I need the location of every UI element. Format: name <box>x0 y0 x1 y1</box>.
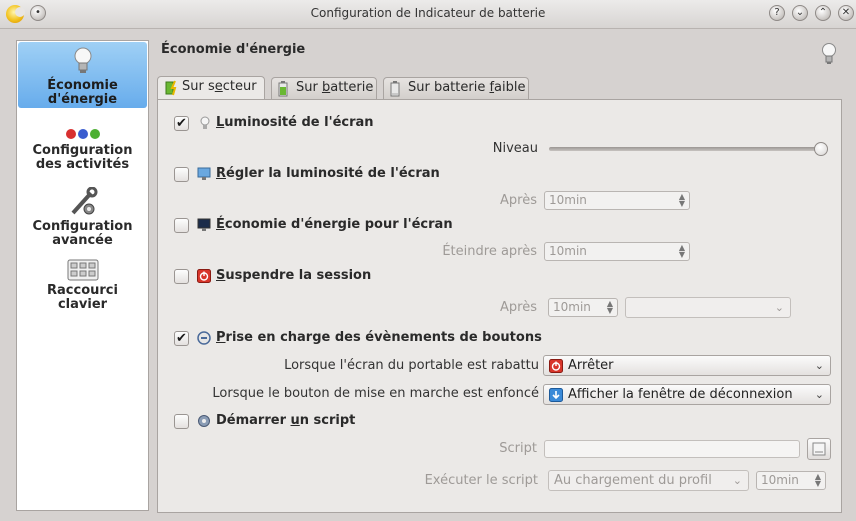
sidebar-item-label: Raccourci clavier <box>47 283 118 312</box>
suspend-after-label: Après <box>500 300 537 315</box>
browse-icon <box>812 442 826 456</box>
sidebar-item-activities[interactable]: Configuration des activités <box>18 127 147 179</box>
brightness-slider[interactable] <box>549 147 824 151</box>
dim-time-spinbox[interactable]: 10min ▲ ▼ <box>544 191 690 210</box>
sidebar-item-advanced[interactable]: Configuration avancée <box>18 187 147 249</box>
tab-battery[interactable]: Sur batterie <box>271 77 377 99</box>
dim-screen-checkbox[interactable] <box>174 167 189 182</box>
suspend-time-spinbox[interactable]: 10min ▲ ▼ <box>548 298 618 317</box>
run-script-when-label: Exécuter le script <box>424 473 538 488</box>
script-path-input[interactable] <box>544 440 800 458</box>
sidebar-item-label: Configuration avancée <box>32 219 133 248</box>
dim-after-label: Après <box>500 193 537 208</box>
lightbulb-icon <box>74 47 91 73</box>
power-off-icon <box>549 359 563 373</box>
suspend-power-icon <box>197 269 211 283</box>
sidebar: Économie d'énergie Configuration des act… <box>16 40 149 511</box>
level-label: Niveau <box>492 141 538 156</box>
maximize-button[interactable]: ⌃ <box>815 5 831 21</box>
battery-icon <box>278 81 288 97</box>
screen-energy-checkbox[interactable] <box>174 218 189 233</box>
page-title: Économie d'énergie <box>161 42 306 57</box>
brightness-label: Luminosité de l'écran <box>216 115 374 130</box>
lightbulb-icon <box>822 43 836 64</box>
sidebar-item-shortcuts[interactable]: Raccourci clavier <box>18 257 147 317</box>
power-button-label: Lorsque le bouton de mise en marche est … <box>212 386 539 401</box>
lid-closed-action-select[interactable]: Arrêter ⌄ <box>543 355 831 376</box>
minimize-button[interactable]: ⌄ <box>792 5 808 21</box>
button-events-icon <box>197 331 211 345</box>
run-script-time-spinbox[interactable]: 10min ▲ ▼ <box>756 471 826 490</box>
keyboard-icon <box>67 259 98 281</box>
help-button[interactable]: ? <box>769 5 785 21</box>
button-events-label: Prise en charge des évènements de bouton… <box>216 330 542 345</box>
run-script-when-select[interactable]: Au chargement du profil ⌄ <box>548 470 749 491</box>
power-button-action-select[interactable]: Afficher la fenêtre de déconnexion ⌄ <box>543 384 831 405</box>
ac-power-icon <box>165 80 177 96</box>
activities-icon <box>65 129 100 139</box>
lightbulb-icon <box>200 116 210 129</box>
screen-energy-label: Économie d'énergie pour l'écran <box>216 217 453 232</box>
monitor-off-icon <box>197 218 211 231</box>
browse-button[interactable] <box>807 438 831 460</box>
tab-low-battery[interactable]: Sur batterie faible <box>383 77 529 99</box>
suspend-checkbox[interactable] <box>174 269 189 284</box>
run-script-label: Démarrer un script <box>216 413 356 428</box>
brightness-checkbox[interactable]: ✔ <box>174 116 189 131</box>
close-button[interactable]: ✕ <box>838 5 854 21</box>
lid-closed-label: Lorsque l'écran du portable est rabattu <box>284 358 539 373</box>
sidebar-item-energy-saving[interactable]: Économie d'énergie <box>18 42 147 108</box>
suspend-action-select[interactable]: ⌄ <box>625 297 791 318</box>
logout-icon <box>549 388 563 402</box>
title-bar: • Configuration de Indicateur de batteri… <box>0 0 856 29</box>
run-script-checkbox[interactable] <box>174 414 189 429</box>
button-events-checkbox[interactable]: ✔ <box>174 331 189 346</box>
sidebar-item-label: Économie d'énergie <box>47 78 118 107</box>
monitor-icon <box>197 167 211 180</box>
low-battery-icon <box>390 81 400 97</box>
screen-off-time-spinbox[interactable]: 10min ▲ ▼ <box>544 242 690 261</box>
brightness-slider-handle[interactable] <box>814 142 828 156</box>
suspend-label: Suspendre la session <box>216 268 372 283</box>
tools-icon <box>71 187 97 215</box>
script-path-label: Script <box>499 441 537 456</box>
screen-off-after-label: Éteindre après <box>442 244 537 259</box>
tab-ac-power[interactable]: Sur secteur <box>157 76 265 100</box>
gear-icon <box>198 415 210 427</box>
sidebar-item-label: Configuration des activités <box>32 143 133 172</box>
window-title: Configuration de Indicateur de batterie <box>310 6 546 20</box>
dim-screen-label: Régler la luminosité de l'écran <box>216 166 440 181</box>
